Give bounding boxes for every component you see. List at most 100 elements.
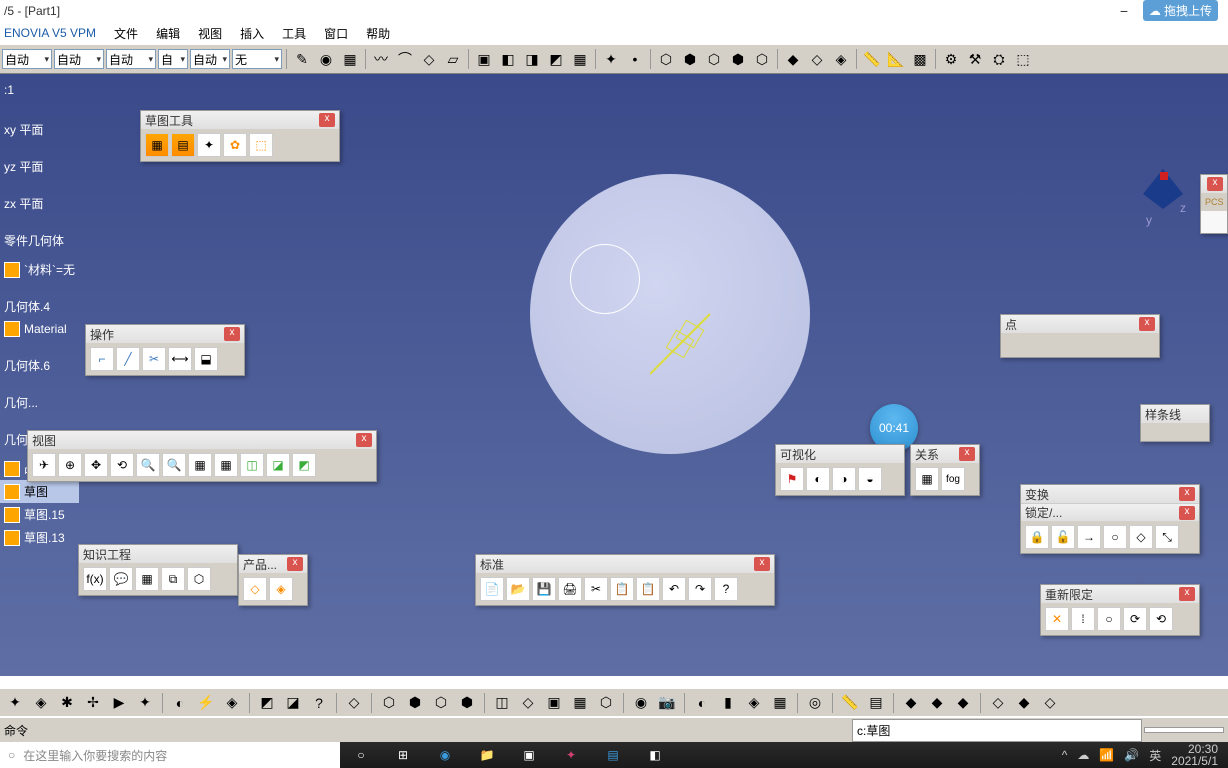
new-icon[interactable]: 📄 xyxy=(480,577,504,601)
break-icon[interactable]: ⁞ xyxy=(1071,607,1095,631)
spline-panel[interactable]: 样条线 xyxy=(1140,404,1210,442)
tool1-icon[interactable]: ⚙ xyxy=(940,48,962,70)
compass-icon[interactable]: yz xyxy=(1128,164,1198,234)
chamfer-icon[interactable]: ╱ xyxy=(116,347,140,371)
menu-insert[interactable]: 插入 xyxy=(232,25,272,42)
bt23-icon[interactable]: ◉ xyxy=(630,692,652,714)
visual-panel[interactable]: 可视化 ⚑ ◐ ◑ ◒ xyxy=(775,444,905,496)
close-icon[interactable]: x xyxy=(959,447,975,461)
tool2-icon[interactable]: ⚒ xyxy=(964,48,986,70)
ime-indicator[interactable]: 英 xyxy=(1149,747,1161,764)
menu-help[interactable]: 帮助 xyxy=(358,25,398,42)
multi-icon[interactable]: ▦ xyxy=(214,453,238,477)
tree-item[interactable]: xy 平面 xyxy=(0,118,79,141)
save-icon[interactable]: 💾 xyxy=(532,577,556,601)
assy5-icon[interactable]: ⬡ xyxy=(751,48,773,70)
product-panel[interactable]: 产品...x ◇ ◈ xyxy=(238,554,308,606)
mirror-icon[interactable]: ⟷ xyxy=(168,347,192,371)
tool4-icon[interactable]: ⬚ xyxy=(1012,48,1034,70)
grid-sparse-icon[interactable]: ▤ xyxy=(171,133,195,157)
bt10-icon[interactable]: ◩ xyxy=(256,692,278,714)
bt34-icon[interactable]: ◆ xyxy=(1013,692,1035,714)
bt5-icon[interactable]: ▶ xyxy=(108,692,130,714)
ext-icon[interactable]: ⟲ xyxy=(1149,607,1173,631)
redefine-panel[interactable]: 重新限定x ✕ ⁞ ○ ⟳ ⟲ xyxy=(1040,584,1200,636)
assy2-icon[interactable]: ⬢ xyxy=(679,48,701,70)
bt18-icon[interactable]: ◫ xyxy=(491,692,513,714)
app3-icon[interactable]: ◧ xyxy=(634,742,676,768)
tree-item[interactable]: 草图.15 xyxy=(0,503,79,526)
bt8-icon[interactable]: ⚡ xyxy=(195,692,217,714)
tree-item-selected[interactable]: 草图 xyxy=(0,480,79,503)
bt15-icon[interactable]: ⬢ xyxy=(404,692,426,714)
close-curve-icon[interactable]: ○ xyxy=(1097,607,1121,631)
close-icon[interactable]: x xyxy=(1179,587,1195,601)
curve-icon[interactable]: 〰 xyxy=(370,48,392,70)
upload-button[interactable]: ☁ 拖拽上传 xyxy=(1143,0,1218,21)
cortana-icon[interactable]: ○ xyxy=(340,742,382,768)
minimize-button[interactable]: − xyxy=(1104,3,1144,19)
close-icon[interactable]: x xyxy=(319,113,335,127)
prod2-icon[interactable]: ◈ xyxy=(269,577,293,601)
bt32-icon[interactable]: ◆ xyxy=(952,692,974,714)
layers-icon[interactable]: ▦ xyxy=(339,48,361,70)
lock1-icon[interactable]: 🔒 xyxy=(1025,525,1049,549)
tree-item[interactable]: 几何... xyxy=(0,391,79,414)
help-icon[interactable]: ? xyxy=(714,577,738,601)
bt28-icon[interactable]: ◎ xyxy=(804,692,826,714)
bt2-icon[interactable]: ◈ xyxy=(30,692,52,714)
shape-icon[interactable]: ◇ xyxy=(418,48,440,70)
bt26-icon[interactable]: ◈ xyxy=(743,692,765,714)
flag-icon[interactable]: ⚑ xyxy=(780,467,804,491)
bt33-icon[interactable]: ◇ xyxy=(987,692,1009,714)
bt9-icon[interactable]: ◈ xyxy=(221,692,243,714)
solid3-icon[interactable]: ◩ xyxy=(545,48,567,70)
design-icon[interactable]: ⬡ xyxy=(187,567,211,591)
shade-icon[interactable]: ◪ xyxy=(266,453,290,477)
tray-up-icon[interactable]: ^ xyxy=(1062,748,1068,762)
fog-icon[interactable]: fog xyxy=(941,467,965,491)
bt13-icon[interactable]: ◇ xyxy=(343,692,365,714)
fly-icon[interactable]: ✈ xyxy=(32,453,56,477)
sketch-tools-panel[interactable]: 草图工具x ▦ ▤ ✦ ✿ ⬚ xyxy=(140,110,340,162)
bt21-icon[interactable]: ▦ xyxy=(569,692,591,714)
search-input[interactable]: ○ 在这里输入你要搜索的内容 xyxy=(0,742,340,768)
close-icon[interactable]: x xyxy=(1179,487,1195,501)
grid-dense-icon[interactable]: ▦ xyxy=(145,133,169,157)
tree-item[interactable]: 几何体.4 xyxy=(0,295,79,318)
scale-icon[interactable]: ⤡ xyxy=(1155,525,1179,549)
standard-panel[interactable]: 标准x 📄 📂 💾 🖨 ✂ 📋 📋 ↶ ↷ ? xyxy=(475,554,775,606)
wire-icon[interactable]: ✦ xyxy=(600,48,622,70)
tree-item[interactable]: 草图.13 xyxy=(0,526,79,549)
snap-icon[interactable]: ✦ xyxy=(197,133,221,157)
close-icon[interactable]: x xyxy=(287,557,303,571)
flip-icon[interactable]: ◇ xyxy=(1129,525,1153,549)
dropdown-4[interactable]: 自 xyxy=(158,49,188,69)
brush-icon[interactable]: ✎ xyxy=(291,48,313,70)
zoom-in-icon[interactable]: 🔍 xyxy=(136,453,160,477)
bt7-icon[interactable]: ◐ xyxy=(169,692,191,714)
side-panel-1[interactable]: x PCS xyxy=(1200,174,1228,234)
tree-item[interactable]: `材料`=无 xyxy=(0,258,79,281)
vis3-icon[interactable]: ◒ xyxy=(858,467,882,491)
dropdown-1[interactable]: 自动 xyxy=(2,49,52,69)
render-icon[interactable]: ▩ xyxy=(909,48,931,70)
project-icon[interactable]: ⬓ xyxy=(194,347,218,371)
close-icon[interactable]: x xyxy=(356,433,372,447)
arc-icon[interactable]: ⌒ xyxy=(394,48,416,70)
vis1-icon[interactable]: ◐ xyxy=(806,467,830,491)
wire-icon[interactable]: ◩ xyxy=(292,453,316,477)
move-icon[interactable]: → xyxy=(1077,525,1101,549)
pat2-icon[interactable]: ◇ xyxy=(806,48,828,70)
palette-icon[interactable]: ◉ xyxy=(315,48,337,70)
knowledge-panel[interactable]: 知识工程 f(x) 💬 ▦ ⧉ ⬡ xyxy=(78,544,238,596)
comp-icon[interactable]: ⟳ xyxy=(1123,607,1147,631)
assy4-icon[interactable]: ⬢ xyxy=(727,48,749,70)
tree-item[interactable]: 几何体.6 xyxy=(0,354,79,377)
explorer-icon[interactable]: 📁 xyxy=(466,742,508,768)
tool3-icon[interactable]: ⛭ xyxy=(988,48,1010,70)
menu-window[interactable]: 窗口 xyxy=(316,25,356,42)
tree-item[interactable]: 零件几何体 xyxy=(0,229,79,252)
close-icon[interactable]: x xyxy=(1207,177,1223,191)
tree-item[interactable]: zx 平面 xyxy=(0,192,79,215)
